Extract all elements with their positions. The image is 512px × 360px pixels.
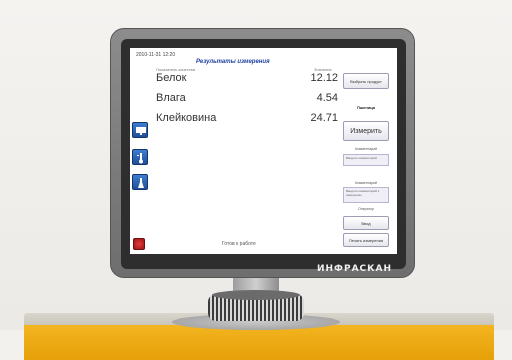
temperature-icon [137, 153, 143, 164]
flask-icon [138, 178, 144, 188]
select-product-button[interactable]: Выбрать продукт [343, 73, 389, 89]
screen: 2010-11-31 12:20 Результаты измерения По… [130, 48, 397, 254]
comment-field[interactable]: Введите комментарий [343, 154, 389, 166]
measure-button[interactable]: Измерить [343, 121, 389, 141]
result-value: 12.12 [310, 72, 338, 84]
comment-label: Комментарий [354, 147, 378, 151]
operator-label: Оператор [358, 207, 374, 211]
result-name: Влага [156, 92, 186, 104]
print-measurement-button[interactable]: Печать измерения [343, 233, 389, 247]
datetime: 2010-11-31 12:20 [136, 52, 176, 58]
page-title: Результаты измерения [196, 59, 270, 65]
status-text: Готов к работе [222, 241, 256, 247]
result-value: 4.54 [316, 92, 338, 104]
side-button-temperature[interactable] [132, 149, 148, 165]
result-name: Белок [156, 72, 187, 84]
sample-ring-top [212, 290, 300, 300]
comment2-field[interactable]: Введите комментарий к измерению [343, 187, 389, 203]
side-button-monitor[interactable] [132, 122, 148, 138]
enter-button[interactable]: Ввод [343, 216, 389, 230]
side-button-flask[interactable] [132, 174, 148, 190]
result-name: Клейковина [156, 112, 217, 124]
stop-icon[interactable] [133, 238, 145, 250]
monitor: 2010-11-31 12:20 Результаты измерения По… [110, 28, 415, 278]
monitor-icon [136, 127, 146, 135]
comment2-label: Комментарий [354, 181, 378, 185]
product-label: Пшеница [356, 105, 376, 110]
result-value: 24.71 [310, 112, 338, 124]
monitor-bezel: 2010-11-31 12:20 Результаты измерения По… [121, 39, 406, 269]
brand-logo: ИНФРАСКАН [316, 264, 392, 274]
yellow-desk [24, 325, 494, 360]
